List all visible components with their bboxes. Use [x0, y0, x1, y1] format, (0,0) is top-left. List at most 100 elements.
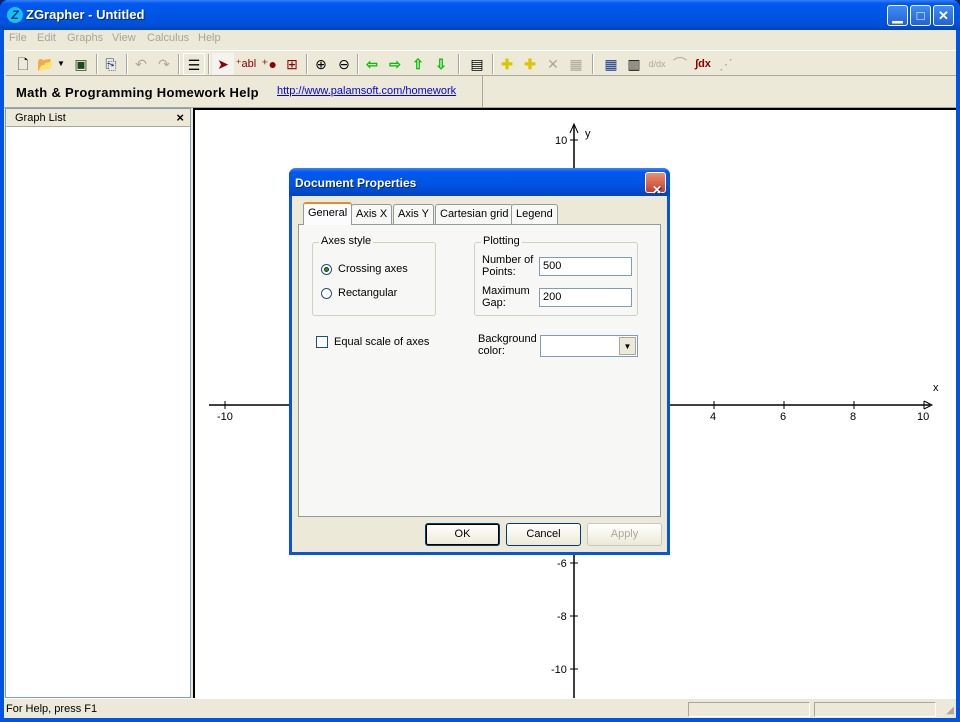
- calculator-button[interactable]: ▥: [623, 53, 645, 75]
- table-button[interactable]: ▦: [600, 53, 622, 75]
- open-button[interactable]: 📂: [35, 53, 57, 75]
- tab-axis-y[interactable]: Axis Y: [393, 204, 434, 224]
- status-text: For Help, press F1: [6, 703, 98, 715]
- document-properties-button[interactable]: ▤: [466, 53, 488, 75]
- new-button[interactable]: 🗋: [12, 53, 34, 75]
- chevron-down-icon: ▼: [57, 59, 65, 68]
- x-tick-label: 6: [780, 411, 786, 423]
- window-title: ZGrapher - Untitled: [26, 7, 145, 22]
- menu-calculus[interactable]: Calculus: [147, 32, 189, 44]
- points-label-line2: Points:: [482, 266, 516, 278]
- add-function-button[interactable]: ✚: [496, 53, 518, 75]
- graph-list-title: Graph List: [15, 112, 66, 124]
- status-panel: [814, 702, 936, 717]
- axes-style-group: Axes style Crossing axes Rectangular: [312, 235, 436, 316]
- new-icon: 🗋: [17, 56, 29, 72]
- zoom-out-button[interactable]: ⊖: [333, 53, 355, 75]
- tab-cartesian-grid[interactable]: Cartesian grid: [435, 204, 514, 224]
- minimize-icon: ▁: [892, 8, 903, 23]
- resize-grip-icon[interactable]: ◢: [946, 705, 954, 716]
- redo-button[interactable]: ↷: [153, 53, 175, 75]
- maximum-gap-input[interactable]: 200: [539, 288, 632, 307]
- graph-list-toggle[interactable]: ☰: [183, 53, 205, 75]
- cancel-button[interactable]: Cancel: [506, 523, 581, 546]
- background-color-label: Background color:: [478, 333, 537, 357]
- plotting-legend: Plotting: [481, 235, 522, 247]
- undo-icon: ↶: [135, 56, 147, 72]
- menu-edit[interactable]: Edit: [37, 32, 56, 44]
- open-dropdown-button[interactable]: ▼: [56, 53, 66, 75]
- tangent-icon: ⌒: [673, 56, 687, 72]
- graph-properties-button[interactable]: ▦: [565, 53, 587, 75]
- gap-label-line2: Gap:: [482, 297, 506, 309]
- number-of-points-input[interactable]: 500: [539, 257, 632, 276]
- pan-right-button[interactable]: ⇨: [384, 53, 406, 75]
- pan-down-button[interactable]: ⇩: [430, 53, 452, 75]
- save-icon: ▣: [74, 56, 88, 72]
- dialog-close-button[interactable]: ✕: [645, 172, 666, 197]
- toolbar: 🗋 📂 ▼ ▣ ⎘ ↶ ↷ ☰ ➤ ⁺abl ⁺● ⊞ ⊕ ⊖ ⇦ ⇨ ⇧ ⇩ …: [6, 50, 956, 76]
- menu-file[interactable]: File: [9, 32, 27, 44]
- tab-legend[interactable]: Legend: [511, 204, 558, 224]
- homework-help-link[interactable]: http://www.palamsoft.com/homework: [277, 85, 456, 97]
- pan-left-icon: ⇦: [366, 56, 378, 72]
- apply-button[interactable]: Apply: [587, 523, 662, 546]
- zoom-in-button[interactable]: ⊕: [310, 53, 332, 75]
- undo-button[interactable]: ↶: [130, 53, 152, 75]
- y-tick-label: -10: [551, 664, 567, 676]
- select-tool[interactable]: ➤: [212, 53, 234, 75]
- redo-icon: ↷: [158, 56, 170, 72]
- document-properties-dialog: Document Properties ✕ General Axis X Axi…: [289, 168, 670, 555]
- tangent-button[interactable]: ⌒: [669, 53, 691, 75]
- save-button[interactable]: ▣: [70, 53, 92, 75]
- app-logo-icon: Z: [7, 7, 23, 23]
- add-label-tool[interactable]: ⁺abl: [235, 53, 257, 75]
- dialog-title-bar[interactable]: Document Properties ✕: [289, 168, 670, 197]
- separator: [178, 54, 180, 74]
- tab-axis-x[interactable]: Axis X: [351, 204, 393, 224]
- pan-right-icon: ⇨: [389, 56, 401, 72]
- gap-label: Maximum Gap:: [482, 285, 530, 309]
- integral-button[interactable]: ∫dx: [692, 53, 714, 75]
- integral-icon: ∫dx: [695, 58, 711, 70]
- pan-up-button[interactable]: ⇧: [407, 53, 429, 75]
- document-properties-icon: ▤: [470, 56, 484, 72]
- equal-scale-label[interactable]: Equal scale of axes: [334, 336, 429, 348]
- separator: [592, 54, 594, 74]
- rectangular-label[interactable]: Rectangular: [338, 287, 397, 299]
- select-pointer-icon: ➤: [217, 56, 229, 72]
- crossing-axes-radio[interactable]: [321, 264, 332, 275]
- gap-label-line1: Maximum: [482, 285, 530, 297]
- table-icon: ▦: [604, 56, 618, 72]
- graph-list-icon: ☰: [187, 57, 201, 73]
- equal-scale-checkbox[interactable]: [316, 336, 328, 348]
- crossing-axes-label[interactable]: Crossing axes: [338, 263, 408, 275]
- graph-list-close-icon[interactable]: ×: [176, 110, 184, 125]
- minimize-button[interactable]: ▁: [887, 5, 908, 26]
- add-function-icon: ✚: [501, 56, 513, 72]
- separator: [208, 54, 210, 74]
- tab-general[interactable]: General: [303, 202, 353, 225]
- maximize-button[interactable]: □: [910, 5, 931, 26]
- chevron-down-icon[interactable]: ▼: [619, 337, 636, 355]
- delete-graph-button[interactable]: ✕: [542, 53, 564, 75]
- add-point-tool[interactable]: ⁺●: [258, 53, 280, 75]
- regression-button[interactable]: ⋰: [715, 53, 737, 75]
- menu-view[interactable]: View: [112, 32, 136, 44]
- menu-help[interactable]: Help: [198, 32, 221, 44]
- derivative-button[interactable]: d/dx: [646, 53, 668, 75]
- close-button[interactable]: ✕: [933, 5, 954, 26]
- derivative-icon: d/dx: [648, 59, 666, 69]
- zoom-window-icon: ⊞: [286, 56, 298, 72]
- copy-button[interactable]: ⎘: [100, 53, 122, 75]
- ok-button[interactable]: OK: [425, 523, 500, 546]
- menu-graphs[interactable]: Graphs: [67, 32, 103, 44]
- add-table-function-button[interactable]: ✚: [519, 53, 541, 75]
- zoom-window-tool[interactable]: ⊞: [281, 53, 303, 75]
- background-color-select[interactable]: ▼: [540, 335, 638, 357]
- zoom-in-icon: ⊕: [315, 56, 327, 72]
- title-bar[interactable]: Z ZGrapher - Untitled ▁ □ ✕: [0, 0, 960, 30]
- rectangular-radio[interactable]: [321, 288, 332, 299]
- pan-down-icon: ⇩: [435, 56, 447, 72]
- pan-left-button[interactable]: ⇦: [361, 53, 383, 75]
